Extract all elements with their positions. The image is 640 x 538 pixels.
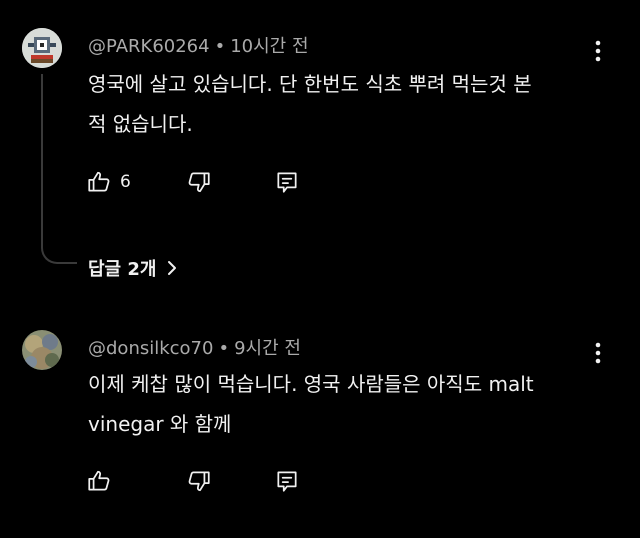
comment-text-line: 영국에 살고 있습니다. 단 한번도 식초 뿌려 먹는것 본 [88, 72, 532, 96]
dislike-button[interactable] [186, 168, 212, 196]
more-vert-icon [595, 342, 601, 364]
like-count: 6 [120, 172, 131, 192]
pixel-art-avatar-icon [22, 28, 62, 68]
chevron-right-icon [168, 261, 177, 275]
thumbs-up-icon [88, 171, 110, 192]
timestamp[interactable]: 10시간 전 [230, 36, 308, 57]
timestamp[interactable]: 9시간 전 [234, 338, 301, 359]
like-button[interactable] [86, 168, 112, 196]
thumbs-down-icon [188, 172, 210, 193]
separator: • [218, 338, 230, 359]
replies-label: 답글 2개 [88, 259, 157, 280]
reply-icon [277, 172, 297, 193]
thread-connector-line [41, 74, 77, 264]
separator: • [214, 36, 226, 57]
like-button[interactable] [86, 467, 112, 495]
username[interactable]: @PARK60264 [88, 36, 210, 57]
view-replies-button[interactable]: 답글 2개 [88, 255, 178, 281]
dislike-button[interactable] [186, 467, 212, 495]
comment-header: @donsilkco70 • 9시간 전 [88, 334, 301, 360]
reply-icon [277, 471, 297, 492]
more-vert-icon [595, 40, 601, 62]
comment-header: @PARK60264 • 10시간 전 [88, 32, 309, 58]
comment-text-line: 적 없습니다. [88, 112, 193, 136]
comment-text: 이제 케찹 많이 먹습니다. 영국 사람들은 아직도 malt vinegar … [88, 364, 598, 444]
photo-avatar-icon [22, 330, 62, 370]
avatar[interactable] [22, 330, 62, 370]
thumbs-up-icon [88, 470, 110, 491]
reply-button[interactable] [274, 467, 300, 495]
thumbs-down-icon [188, 471, 210, 492]
avatar[interactable] [22, 28, 62, 68]
comment-text-line: 이제 케찹 많이 먹습니다. 영국 사람들은 아직도 malt [88, 372, 534, 396]
reply-button[interactable] [274, 168, 300, 196]
comment-text: 영국에 살고 있습니다. 단 한번도 식초 뿌려 먹는것 본 적 없습니다. [88, 64, 598, 144]
more-options-button[interactable] [588, 36, 608, 66]
comment-text-line: vinegar 와 함께 [88, 412, 232, 436]
username[interactable]: @donsilkco70 [88, 338, 213, 359]
